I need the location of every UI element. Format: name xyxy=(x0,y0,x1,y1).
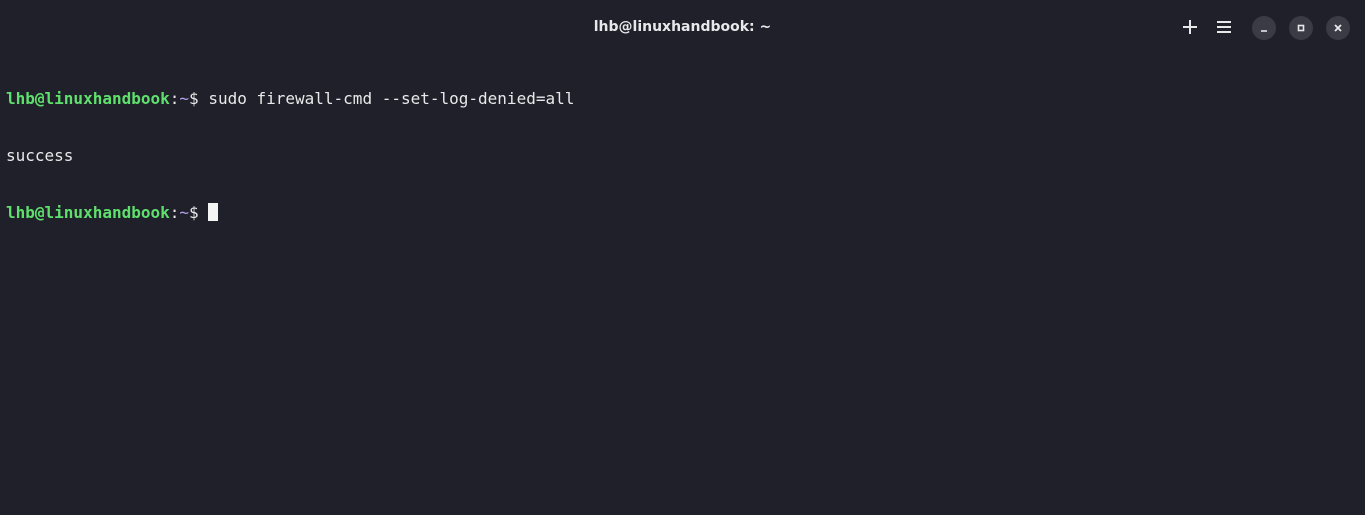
terminal-line: success xyxy=(6,146,1365,165)
output-text: success xyxy=(6,146,74,165)
prompt-separator: : xyxy=(169,203,180,222)
close-icon[interactable] xyxy=(1326,16,1350,40)
terminal-window: lhb@linuxhandbook: ~ lhb@linuxhandbook:~… xyxy=(0,0,1365,515)
prompt-symbol: $ xyxy=(189,203,209,222)
new-tab-icon[interactable] xyxy=(1177,14,1203,40)
prompt-path: ~ xyxy=(179,89,190,108)
window-title: lhb@linuxhandbook: ~ xyxy=(593,19,772,35)
prompt-user: lhb@linuxhandbook xyxy=(6,203,170,222)
command-text: sudo firewall-cmd --set-log-denied=all xyxy=(208,89,575,108)
text-cursor xyxy=(208,203,219,221)
terminal-line: lhb@linuxhandbook:~$ xyxy=(6,203,1365,222)
terminal-output[interactable]: lhb@linuxhandbook:~$ sudo firewall-cmd -… xyxy=(6,51,1365,515)
prompt-symbol: $ xyxy=(189,89,209,108)
prompt-path: ~ xyxy=(179,203,190,222)
menu-icon[interactable] xyxy=(1211,14,1237,40)
title-bar[interactable]: lhb@linuxhandbook: ~ xyxy=(0,0,1365,50)
prompt-separator: : xyxy=(169,89,180,108)
minimize-icon[interactable] xyxy=(1252,16,1276,40)
terminal-line: lhb@linuxhandbook:~$ sudo firewall-cmd -… xyxy=(6,89,1365,108)
prompt-user: lhb@linuxhandbook xyxy=(6,89,170,108)
maximize-icon[interactable] xyxy=(1289,16,1313,40)
